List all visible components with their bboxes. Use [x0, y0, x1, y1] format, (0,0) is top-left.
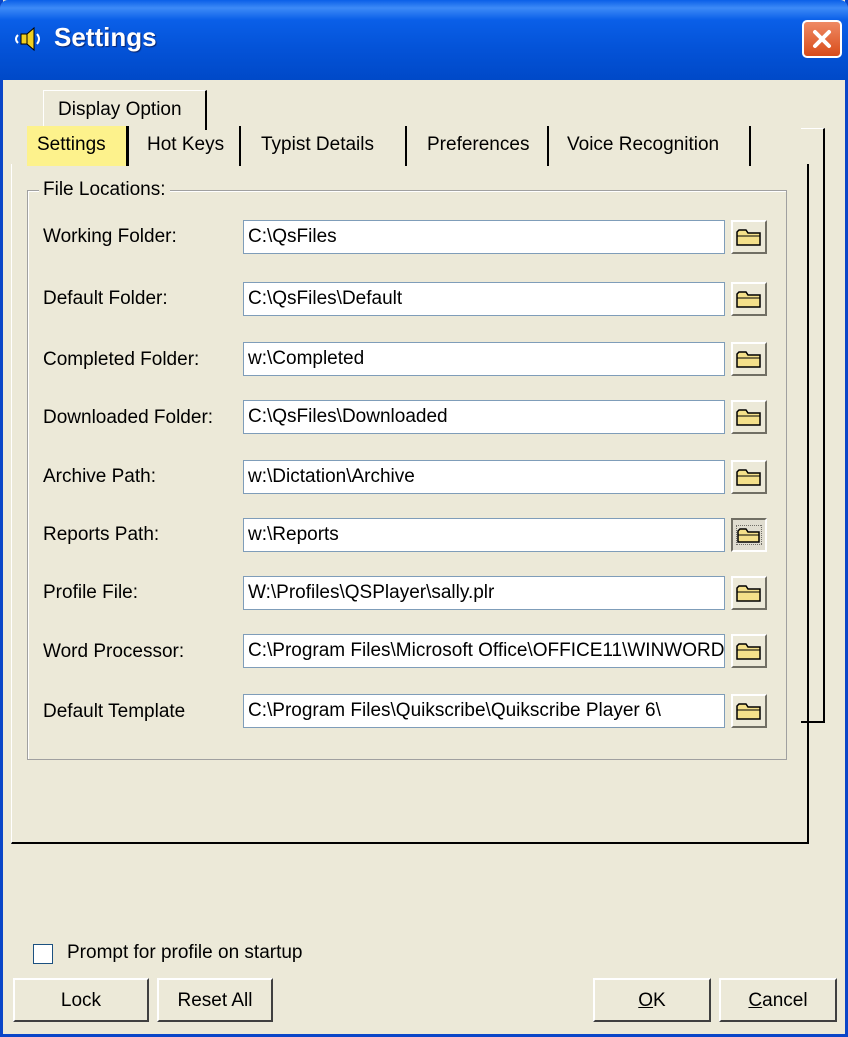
downloaded-folder-browse-button[interactable]: [731, 400, 767, 434]
lock-button[interactable]: Lock: [13, 978, 149, 1022]
folder-icon: [736, 703, 761, 720]
settings-dialog: Settings Display Option Settings Hot Key…: [0, 0, 848, 1037]
reports-path-browse-button[interactable]: [731, 518, 767, 552]
tab-display-option[interactable]: Display Option: [43, 90, 207, 130]
profile-file-browse-button[interactable]: [731, 576, 767, 610]
completed-folder-label: Completed Folder:: [43, 349, 200, 370]
default-folder-browse-button[interactable]: [731, 282, 767, 316]
ok-mnemonic: O: [638, 990, 654, 1011]
close-icon: [813, 30, 831, 48]
folder-icon: [736, 585, 761, 602]
working-folder-label: Working Folder:: [43, 226, 177, 247]
window-title: Settings: [54, 22, 157, 52]
speaker-icon: [15, 26, 40, 52]
profile-file-label: Profile File:: [43, 582, 139, 603]
working-folder-field[interactable]: C:\QsFiles: [243, 220, 725, 254]
tab-preferences[interactable]: Preferences: [413, 126, 549, 166]
default-template-label: Default Template: [43, 701, 186, 722]
folder-icon: [736, 525, 762, 545]
downloaded-folder-label: Downloaded Folder:: [43, 407, 214, 428]
folder-icon: [736, 469, 761, 486]
cancel-button[interactable]: Cancel: [719, 978, 837, 1022]
archive-path-label: Archive Path:: [43, 466, 156, 487]
folder-icon: [736, 291, 761, 308]
prompt-profile-label[interactable]: Prompt for profile on startup: [67, 942, 303, 964]
folder-icon: [736, 409, 761, 426]
completed-folder-browse-button[interactable]: [731, 342, 767, 376]
title-bar[interactable]: Settings: [0, 0, 848, 80]
ok-button[interactable]: OK: [593, 978, 711, 1022]
word-processor-browse-button[interactable]: [731, 634, 767, 668]
archive-path-browse-button[interactable]: [731, 460, 767, 494]
tab-hot-keys[interactable]: Hot Keys: [137, 126, 241, 166]
completed-folder-field[interactable]: w:\Completed: [243, 342, 725, 376]
profile-file-field[interactable]: W:\Profiles\QSPlayer\sally.plr: [243, 576, 725, 610]
folder-icon: [736, 643, 761, 660]
reset-all-button[interactable]: Reset All: [157, 978, 273, 1022]
folder-icon: [736, 229, 761, 246]
folder-icon: [736, 351, 761, 368]
tab-voice-recognition[interactable]: Voice Recognition: [555, 126, 751, 166]
ok-label-rest: K: [653, 990, 666, 1011]
default-folder-field[interactable]: C:\QsFiles\Default: [243, 282, 725, 316]
reports-path-label: Reports Path:: [43, 524, 160, 545]
default-template-field[interactable]: C:\Program Files\Quikscribe\Quikscribe P…: [243, 694, 725, 728]
archive-path-field[interactable]: w:\Dictation\Archive: [243, 460, 725, 494]
downloaded-folder-field[interactable]: C:\QsFiles\Downloaded: [243, 400, 725, 434]
group-label: File Locations:: [39, 179, 170, 201]
reports-path-field[interactable]: w:\Reports: [243, 518, 725, 552]
cancel-mnemonic: C: [748, 990, 763, 1011]
cancel-label-rest: ancel: [762, 990, 808, 1011]
word-processor-field[interactable]: C:\Program Files\Microsoft Office\OFFICE…: [243, 634, 725, 668]
close-button[interactable]: [802, 20, 842, 58]
working-folder-browse-button[interactable]: [731, 220, 767, 254]
prompt-profile-checkbox[interactable]: [33, 944, 53, 964]
tab-settings[interactable]: Settings: [27, 126, 129, 166]
tab-typist-details[interactable]: Typist Details: [247, 126, 407, 166]
default-folder-label: Default Folder:: [43, 288, 168, 309]
default-template-browse-button[interactable]: [731, 694, 767, 728]
word-processor-label: Word Processor:: [43, 641, 185, 662]
